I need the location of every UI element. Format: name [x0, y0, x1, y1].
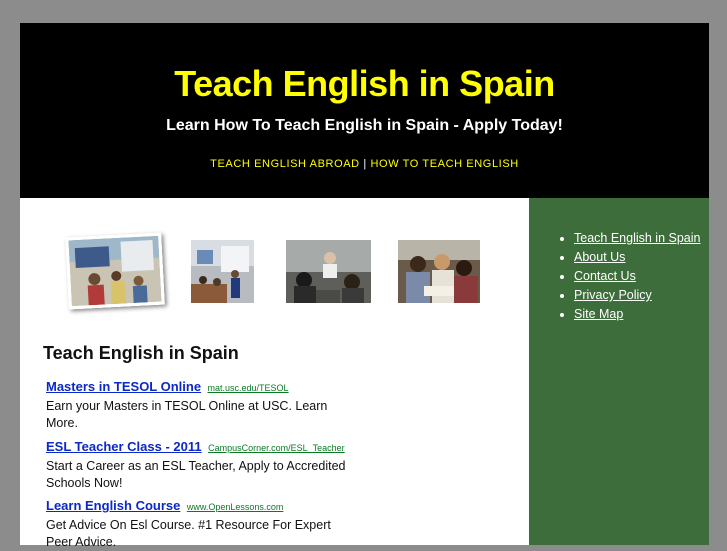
sidebar-nav: Teach English in Spain About Us Contact … — [556, 230, 714, 325]
classroom-photo — [191, 240, 254, 303]
site-tagline: Learn How To Teach English in Spain - Ap… — [166, 117, 563, 134]
sidebar-item: Site Map — [574, 306, 714, 323]
ad-title-link[interactable]: Learn English Course — [46, 498, 180, 513]
ad-unit: ESL Teacher Class - 2011 CampusCorner.co… — [46, 438, 346, 492]
ad-url-link[interactable]: www.OpenLessons.com — [187, 502, 284, 512]
sidebar-item: Privacy Policy — [574, 287, 714, 304]
ad-description: Get Advice On Esl Course. #1 Resource Fo… — [46, 518, 331, 549]
main-content: Teach English in Spain Masters in TESOL … — [20, 198, 530, 549]
site-header: Teach English in Spain Learn How To Teac… — [20, 23, 709, 198]
sidebar-link-contact-us[interactable]: Contact Us — [574, 269, 636, 283]
ad-url-link[interactable]: mat.usc.edu/TESOL — [208, 383, 289, 393]
sidebar-link-teach-english-in-spain[interactable]: Teach English in Spain — [574, 231, 700, 245]
sidebar-link-privacy-policy[interactable]: Privacy Policy — [574, 288, 652, 302]
ad-unit: Learn English Course www.OpenLessons.com… — [46, 497, 346, 551]
nav-link-teach-english-abroad[interactable]: TEACH ENGLISH ABROAD — [210, 158, 360, 170]
sidebar: Teach English in Spain About Us Contact … — [529, 198, 709, 545]
sidebar-item: About Us — [574, 249, 714, 266]
site-title[interactable]: Teach English in Spain — [20, 63, 709, 105]
ad-title-link[interactable]: ESL Teacher Class - 2011 — [46, 439, 202, 454]
sidebar-item: Contact Us — [574, 268, 714, 285]
ad-url-link[interactable]: CampusCorner.com/ESL_Teacher — [208, 443, 345, 453]
classroom-photo — [65, 232, 165, 310]
sidebar-link-about-us[interactable]: About Us — [574, 250, 625, 264]
page-heading: Teach English in Spain — [43, 343, 239, 363]
ad-description: Earn your Masters in TESOL Online at USC… — [46, 399, 328, 430]
nav-separator: | — [363, 158, 367, 170]
ad-unit: Masters in TESOL Online mat.usc.edu/TESO… — [46, 378, 346, 432]
nav-link-how-to-teach-english[interactable]: HOW TO TEACH ENGLISH — [371, 158, 519, 170]
ad-description: Start a Career as an ESL Teacher, Apply … — [46, 459, 346, 490]
ad-title-link[interactable]: Masters in TESOL Online — [46, 379, 201, 394]
sidebar-item: Teach English in Spain — [574, 230, 714, 247]
students-photo — [398, 240, 480, 303]
top-nav: TEACH ENGLISH ABROAD | HOW TO TEACH ENGL… — [20, 158, 709, 170]
lecture-photo — [286, 240, 371, 303]
sidebar-link-site-map[interactable]: Site Map — [574, 307, 623, 321]
